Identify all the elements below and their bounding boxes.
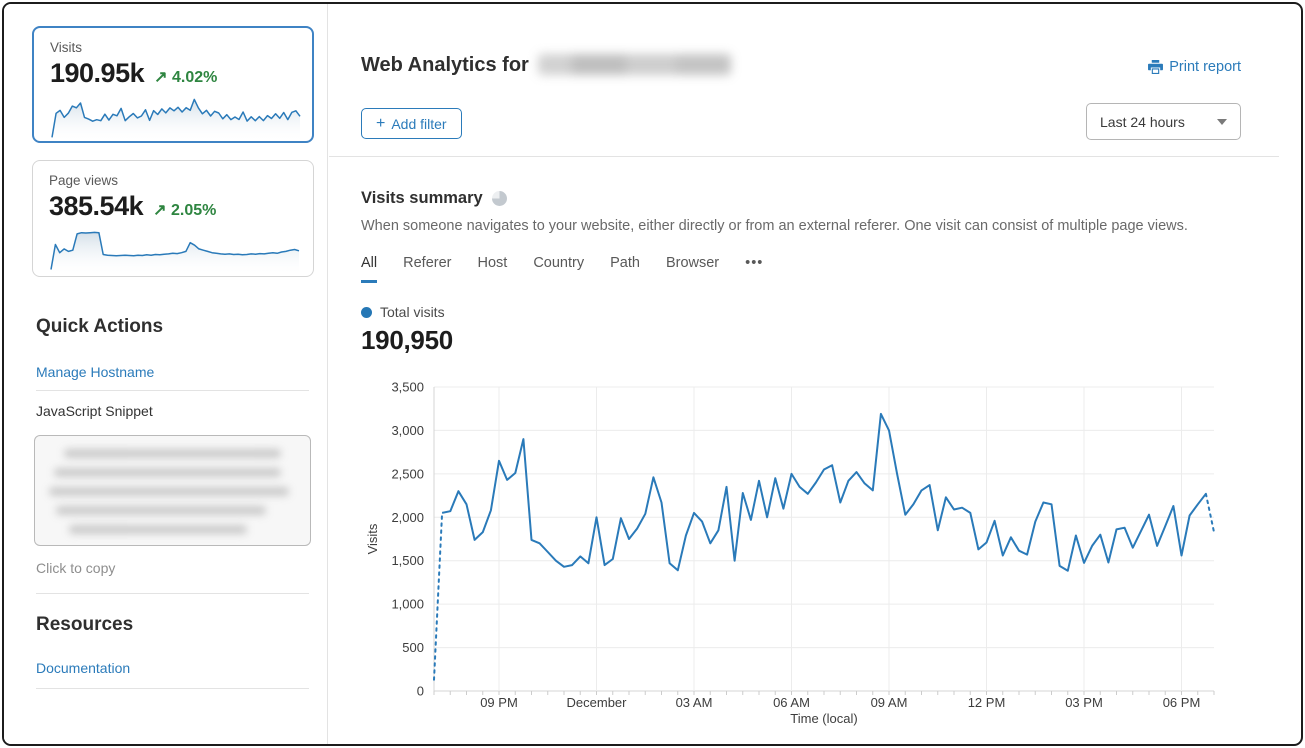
- page-views-card-label: Page views: [49, 173, 297, 188]
- page-title: Web Analytics for: [361, 54, 731, 77]
- svg-text:1,500: 1,500: [391, 553, 424, 568]
- divider: [36, 593, 309, 594]
- resources-title: Resources: [36, 614, 133, 636]
- redacted-domain: [538, 54, 731, 75]
- pie-chart-icon: [492, 191, 507, 206]
- visits-card-value: 190.95k: [50, 58, 144, 89]
- svg-text:2,000: 2,000: [391, 510, 424, 525]
- redacted-code-line: [54, 468, 281, 477]
- chevron-down-icon: [1217, 119, 1227, 125]
- header-divider: [329, 156, 1279, 157]
- page-views-sparkline: [49, 225, 301, 275]
- svg-text:03 PM: 03 PM: [1065, 695, 1103, 710]
- svg-text:Time (local): Time (local): [790, 711, 857, 726]
- svg-text:09 AM: 09 AM: [871, 695, 908, 710]
- time-range-value: Last 24 hours: [1100, 114, 1185, 130]
- svg-text:09 PM: 09 PM: [480, 695, 518, 710]
- tab-host[interactable]: Host: [477, 255, 507, 283]
- documentation-link[interactable]: Documentation: [36, 660, 130, 676]
- svg-text:2,500: 2,500: [391, 466, 424, 481]
- visits-summary-title: Visits summary: [361, 189, 483, 208]
- redacted-code-line: [64, 449, 281, 458]
- tab-more[interactable]: •••: [745, 255, 763, 283]
- code-snippet-box[interactable]: [34, 435, 311, 546]
- divider: [36, 688, 309, 689]
- svg-text:06 AM: 06 AM: [773, 695, 810, 710]
- sidebar: Visits 190.95k ↗ 4.02% Page views 385.54…: [4, 4, 327, 744]
- trend-up-icon: ↗: [153, 202, 166, 219]
- svg-text:06 PM: 06 PM: [1163, 695, 1201, 710]
- tab-referer[interactable]: Referer: [403, 255, 451, 283]
- print-report-button[interactable]: Print report: [1148, 59, 1241, 75]
- copy-hint: Click to copy: [36, 560, 115, 576]
- tab-path[interactable]: Path: [610, 255, 640, 283]
- visits-chart: 0 500 1,000 1,500 2,000 2,500 3,000 3,500 09 PM D…: [361, 376, 1221, 736]
- redacted-code-line: [49, 487, 289, 496]
- svg-text:3,000: 3,000: [391, 423, 424, 438]
- chart-legend: Total visits: [361, 304, 445, 320]
- metric-card-visits[interactable]: Visits 190.95k ↗ 4.02%: [32, 26, 314, 143]
- add-filter-button[interactable]: + Add filter: [361, 108, 462, 139]
- svg-text:December: December: [567, 695, 628, 710]
- javascript-snippet-label: JavaScript Snippet: [36, 403, 153, 419]
- svg-text:500: 500: [402, 640, 424, 655]
- time-range-dropdown[interactable]: Last 24 hours: [1086, 103, 1241, 140]
- visits-card-label: Visits: [50, 40, 296, 55]
- svg-text:03 AM: 03 AM: [676, 695, 713, 710]
- total-visits-value: 190,950: [361, 325, 453, 356]
- page-views-card-value: 385.54k: [49, 191, 143, 222]
- metric-card-page-views[interactable]: Page views 385.54k ↗ 2.05%: [32, 160, 314, 277]
- sidebar-divider: [327, 4, 328, 744]
- visits-sparkline: [50, 92, 302, 142]
- tab-all[interactable]: All: [361, 255, 377, 283]
- svg-text:1,000: 1,000: [391, 597, 424, 612]
- svg-text:0: 0: [417, 684, 424, 699]
- svg-text:12 PM: 12 PM: [968, 695, 1006, 710]
- app-window: Visits 190.95k ↗ 4.02% Page views 385.54…: [2, 2, 1303, 746]
- printer-icon: [1148, 60, 1163, 74]
- quick-actions-title: Quick Actions: [36, 316, 163, 338]
- svg-text:Visits: Visits: [365, 523, 380, 554]
- visits-card-change: ↗ 4.02%: [154, 67, 217, 87]
- summary-tabs: All Referer Host Country Path Browser ••…: [361, 255, 763, 283]
- redacted-code-line: [69, 525, 247, 534]
- visits-summary-description: When someone navigates to your website, …: [361, 218, 1231, 234]
- svg-text:3,500: 3,500: [391, 380, 424, 395]
- tab-country[interactable]: Country: [533, 255, 584, 283]
- manage-hostname-link[interactable]: Manage Hostname: [36, 364, 154, 380]
- trend-up-icon: ↗: [154, 69, 167, 86]
- tab-browser[interactable]: Browser: [666, 255, 719, 283]
- legend-label: Total visits: [380, 304, 445, 320]
- page-views-card-change: ↗ 2.05%: [153, 200, 216, 220]
- divider: [36, 390, 309, 391]
- line-chart: 0 500 1,000 1,500 2,000 2,500 3,000 3,500 09 PM D…: [361, 376, 1221, 731]
- redacted-code-line: [56, 506, 266, 515]
- legend-dot-icon: [361, 307, 372, 318]
- plus-icon: +: [376, 115, 385, 133]
